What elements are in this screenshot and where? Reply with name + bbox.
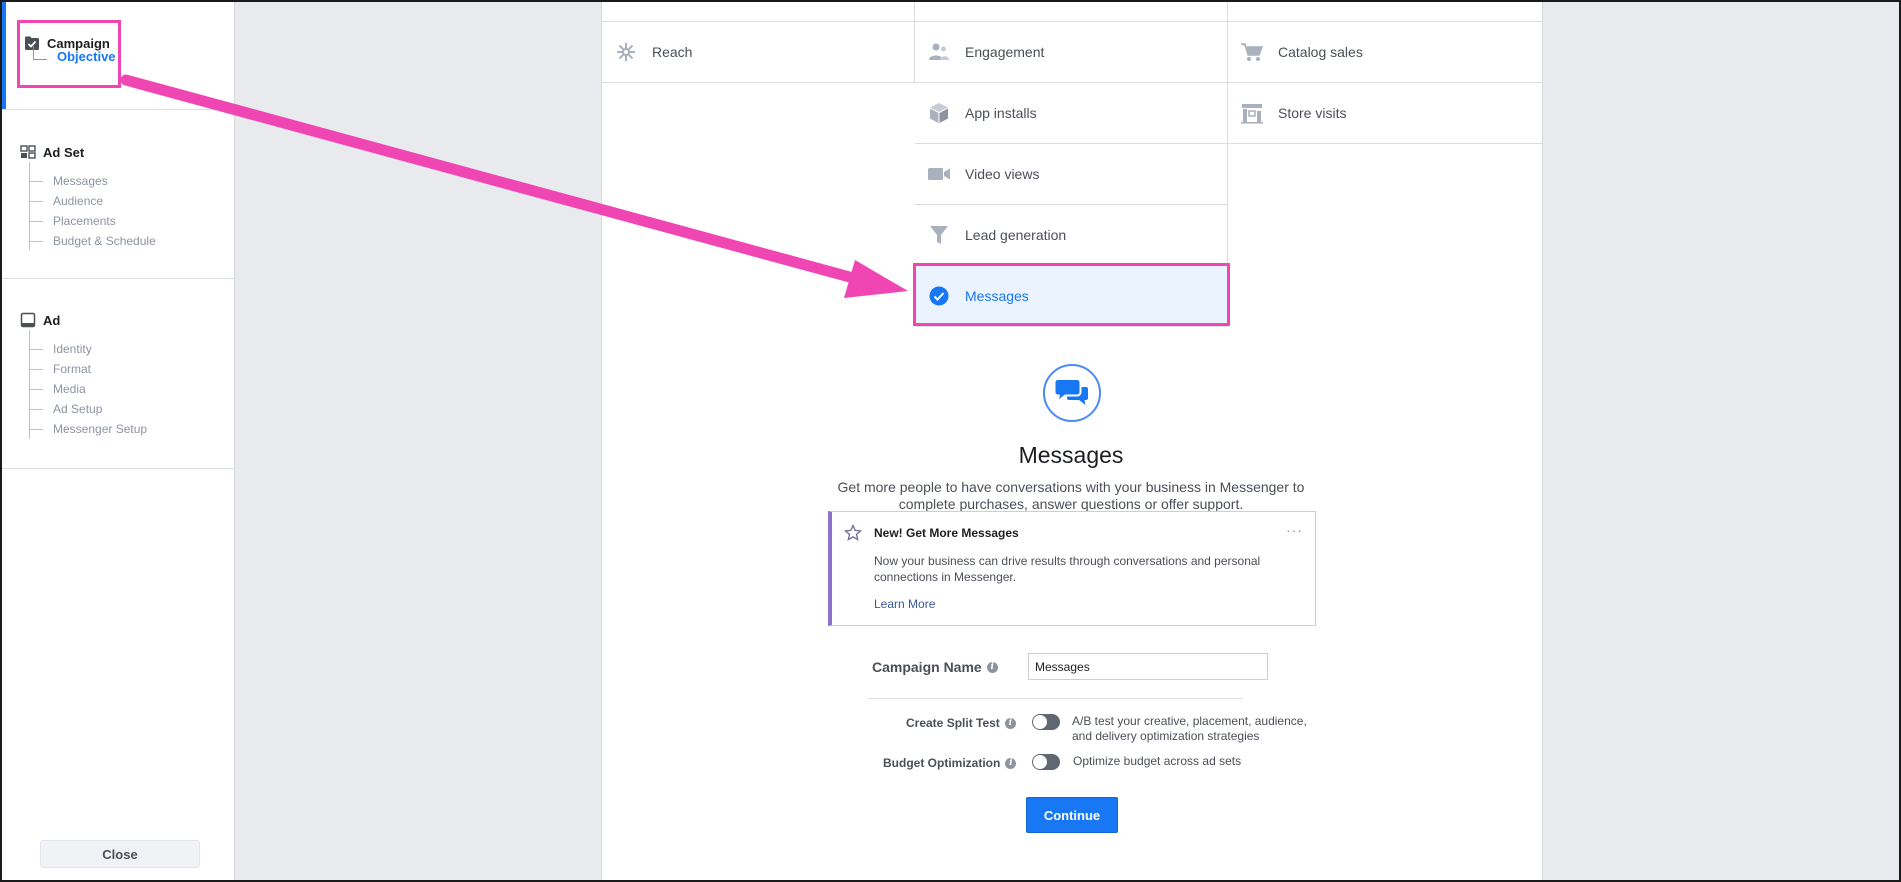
video-camera-icon — [927, 162, 951, 186]
sidebar-adset-header[interactable]: Ad Set — [20, 144, 84, 160]
split-test-toggle[interactable] — [1032, 714, 1060, 730]
sidebar-item-placements[interactable]: Placements — [29, 214, 116, 228]
star-icon — [843, 523, 863, 545]
sidebar-item-format[interactable]: Format — [29, 362, 91, 376]
objective-messages[interactable]: Messages — [915, 266, 1228, 327]
promo-title: New! Get More Messages — [874, 526, 1019, 540]
objective-row-top — [602, 2, 915, 22]
sidebar-item-label: Ad Setup — [53, 402, 103, 416]
objective-row-top — [1228, 2, 1542, 22]
sidebar-item-messages[interactable]: Messages — [29, 174, 108, 188]
box-icon — [927, 101, 951, 125]
sidebar-item-label: Messenger Setup — [53, 422, 148, 436]
sidebar-item-ad-setup[interactable]: Ad Setup — [29, 402, 102, 416]
sidebar-item-media[interactable]: Media — [29, 382, 86, 396]
sidebar-item-label: Media — [53, 382, 86, 396]
objective-label: App installs — [965, 105, 1037, 121]
shopping-cart-icon — [1240, 40, 1264, 64]
objective-video-views[interactable]: Video views — [915, 144, 1228, 205]
objective-description: Get more people to have conversations wi… — [837, 479, 1305, 512]
learn-more-link[interactable]: Learn More — [874, 597, 935, 611]
info-icon[interactable]: i — [1005, 757, 1017, 769]
objective-label: Messages — [965, 288, 1029, 304]
funnel-icon — [927, 223, 951, 247]
form-divider — [868, 698, 1242, 699]
objective-row-top — [915, 2, 1228, 22]
sidebar-ad-header[interactable]: Ad — [20, 312, 60, 328]
promo-card: New! Get More Messages ··· Now your busi… — [828, 511, 1316, 626]
sidebar-item-label: Placements — [53, 214, 116, 228]
sidebar-section-adset: Ad Set Messages Audience Placements Budg… — [2, 110, 234, 279]
objective-lead-generation[interactable]: Lead generation — [915, 205, 1228, 266]
campaign-name-input[interactable] — [1028, 653, 1268, 680]
budget-optimization-toggle[interactable] — [1032, 754, 1060, 770]
split-test-label: Create Split Test i — [906, 716, 1016, 730]
sidebar-item-label: Audience — [53, 194, 104, 208]
info-icon[interactable]: i — [986, 661, 998, 673]
objective-label: Reach — [652, 44, 693, 60]
sidebar-section-ad: Ad Identity Format Media Ad Setup Messen… — [2, 279, 234, 469]
info-icon[interactable]: i — [1004, 717, 1016, 729]
ad-tablet-icon — [20, 312, 36, 328]
objective-title: Messages — [1018, 442, 1124, 468]
sidebar-item-label: Format — [53, 362, 92, 376]
sidebar-item-audience[interactable]: Audience — [29, 194, 103, 208]
sidebar-item-identity[interactable]: Identity — [29, 342, 92, 356]
budget-optimization-label: Budget Optimization i — [883, 756, 1017, 770]
toggle-knob — [1033, 715, 1047, 729]
campaign-name-label: Campaign Name i — [872, 659, 998, 675]
sidebar-ad-label: Ad — [43, 312, 61, 328]
objective-reach[interactable]: Reach — [602, 22, 915, 83]
objective-catalog-sales[interactable]: Catalog sales — [1228, 22, 1542, 83]
sidebar-adset-label: Ad Set — [43, 144, 85, 160]
continue-button[interactable]: Continue — [1026, 797, 1118, 833]
sidebar-item-label: Budget & Schedule — [53, 234, 156, 248]
objective-store-visits[interactable]: Store visits — [1228, 83, 1542, 144]
more-options-icon[interactable]: ··· — [1286, 522, 1303, 538]
split-test-description: A/B test your creative, placement, audie… — [1072, 714, 1307, 743]
promo-body: Now your business can drive results thro… — [874, 554, 1261, 584]
objective-engagement[interactable]: Engagement — [915, 22, 1228, 83]
objective-label: Catalog sales — [1278, 44, 1363, 60]
sidebar-item-budget-schedule[interactable]: Budget & Schedule — [29, 234, 156, 248]
sidebar-item-label: Identity — [53, 342, 92, 356]
objective-label: Store visits — [1278, 105, 1347, 121]
messages-chat-icon — [1043, 364, 1101, 422]
campaign-name-label-text: Campaign Name — [872, 659, 982, 675]
sidebar: Campaign Objective Ad Set Messages Audie… — [2, 2, 235, 880]
store-icon — [1240, 101, 1264, 125]
reach-icon — [614, 40, 638, 64]
sidebar-item-label: Messages — [53, 174, 108, 188]
app-window: Campaign Objective Ad Set Messages Audie… — [0, 0, 1901, 882]
close-button[interactable]: Close — [40, 840, 200, 868]
objective-label: Engagement — [965, 44, 1045, 60]
objective-panel: Reach Engagement Catalog sales App insta… — [601, 2, 1543, 880]
sidebar-item-messenger-setup[interactable]: Messenger Setup — [29, 422, 147, 436]
objective-app-installs[interactable]: App installs — [915, 83, 1228, 144]
budget-optimization-label-text: Budget Optimization — [883, 756, 1001, 770]
adset-grid-icon — [20, 144, 36, 160]
budget-optimization-description: Optimize budget across ad sets — [1073, 754, 1242, 768]
objective-label: Video views — [965, 166, 1040, 182]
campaign-highlight-box — [17, 20, 121, 88]
checkmark-circle-icon — [927, 284, 951, 308]
engagement-people-icon — [927, 40, 951, 64]
objective-label: Lead generation — [965, 227, 1067, 243]
toggle-knob — [1033, 755, 1047, 769]
split-test-label-text: Create Split Test — [906, 716, 1000, 730]
